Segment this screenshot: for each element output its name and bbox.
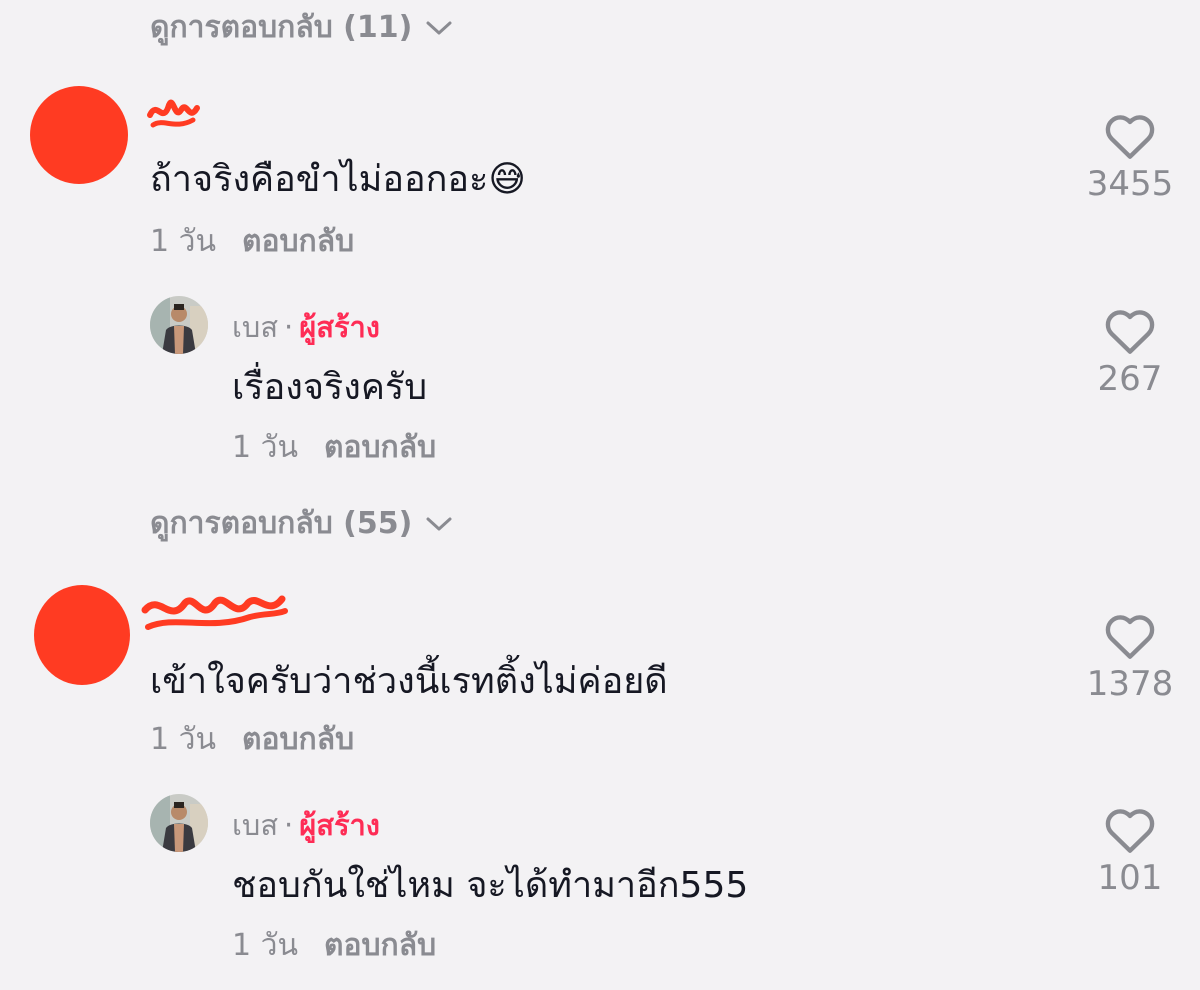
creator-badge: ผู้สร้าง [299,808,380,842]
heart-outline-icon [1105,809,1155,853]
creator-avatar[interactable] [150,296,208,354]
separator-dot: · [284,808,294,842]
view-replies-button[interactable]: ดูการตอบกลับ (11) [150,4,454,51]
like-button[interactable]: 3455 [1080,112,1180,204]
reply-button[interactable]: ตอบกลับ [324,928,436,963]
like-button[interactable]: 267 [1080,307,1180,399]
redacted-username [141,595,288,630]
comment-text: เข้าใจครับว่าช่วงนี้เรทติ้งไม่ค่อยดี [150,661,668,702]
reply-button[interactable]: ตอบกลับ [242,722,354,757]
redacted-avatar[interactable] [34,585,130,685]
creator-username[interactable]: เบส [232,310,278,344]
comment-meta: 1 วัน ตอบกลับ [150,218,354,265]
creator-username-row: เบส · ผู้สร้าง [232,802,380,848]
view-replies-label: ดูการตอบกลับ (55) [150,506,413,541]
like-button[interactable]: 1378 [1080,612,1180,704]
reply-time: 1 วัน [232,430,298,465]
view-replies-label: ดูการตอบกลับ (11) [150,10,413,45]
heart-outline-icon [1105,115,1155,159]
comment-meta: 1 วัน ตอบกลับ [150,716,354,763]
redacted-avatar[interactable] [30,86,128,184]
reply-button[interactable]: ตอบกลับ [242,224,354,259]
reply-meta: 1 วัน ตอบกลับ [232,424,436,471]
like-count: 101 [1097,858,1163,898]
like-count: 3455 [1086,164,1174,204]
view-replies-button[interactable]: ดูการตอบกลับ (55) [150,500,454,547]
separator-dot: · [284,310,294,344]
reply-meta: 1 วัน ตอบกลับ [232,922,436,969]
like-count: 1378 [1086,664,1174,704]
like-count: 267 [1097,359,1163,399]
like-button[interactable]: 101 [1080,806,1180,898]
reply-text: เรื่องจริงครับ [232,367,428,408]
reply-text: ชอบกันใช่ไหม จะได้ทำมาอีก555 [232,865,749,906]
heart-outline-icon [1105,310,1155,354]
reply-button[interactable]: ตอบกลับ [324,430,436,465]
chevron-down-icon [426,517,452,530]
creator-badge: ผู้สร้าง [299,310,380,344]
heart-outline-icon [1105,615,1155,659]
creator-username[interactable]: เบส [232,808,278,842]
creator-username-row: เบส · ผู้สร้าง [232,304,380,350]
chevron-down-icon [426,21,452,34]
reply-time: 1 วัน [232,928,298,963]
comment-time: 1 วัน [150,224,216,259]
comment-text: ถ้าจริงคือขำไม่ออกอะ😅 [150,159,526,200]
creator-avatar[interactable] [150,794,208,852]
redacted-username [147,99,200,128]
comment-time: 1 วัน [150,722,216,757]
